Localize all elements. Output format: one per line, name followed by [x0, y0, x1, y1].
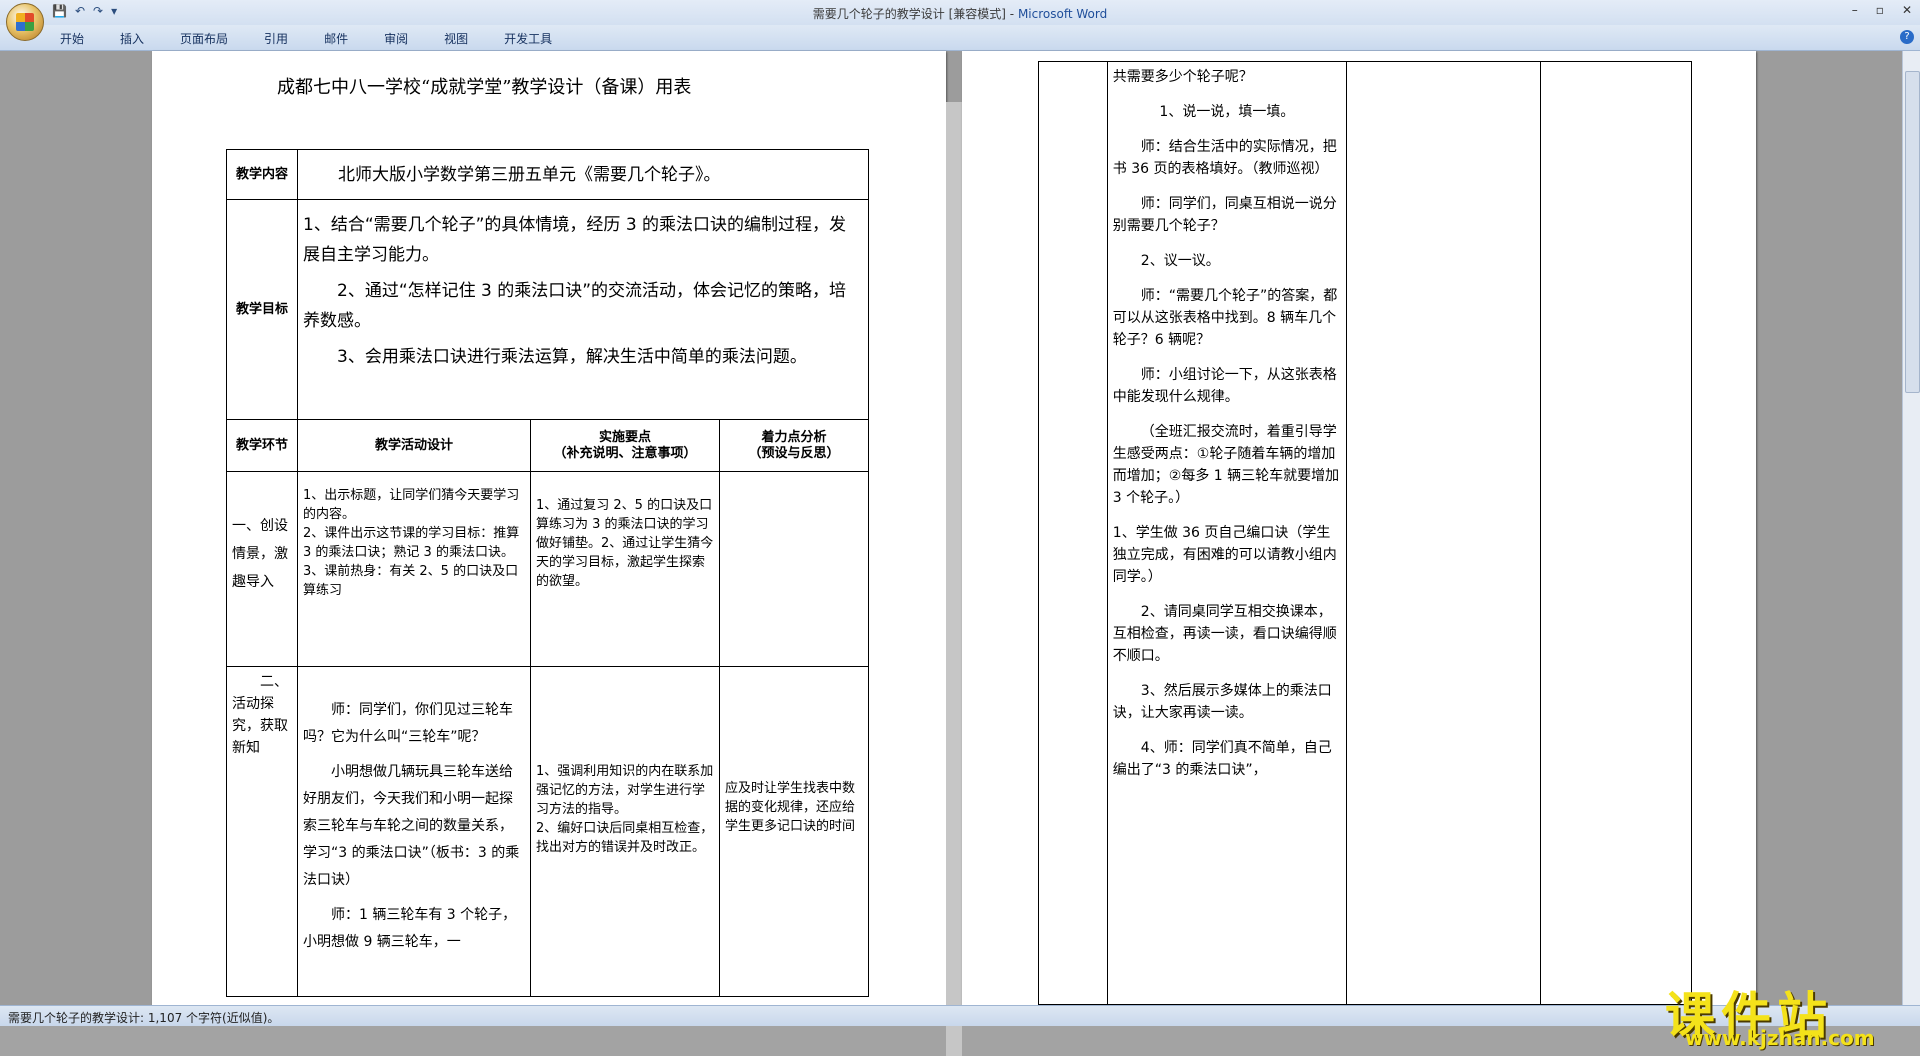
header-activity: 教学活动设计 — [297, 419, 531, 472]
window-title-doc: 需要几个轮子的教学设计 [兼容模式] — [812, 7, 1006, 21]
table-row: 教学目标 1、结合“需要几个轮子”的具体情境，经历 3 的乘法口诀的编制过程，发… — [226, 199, 869, 420]
goals-cell: 1、结合“需要几个轮子”的具体情境，经历 3 的乘法口诀的编制过程，发展自主学习… — [297, 199, 869, 420]
vertical-scrollbar[interactable] — [1902, 51, 1920, 1005]
row2-activity: 师：同学们，你们见过三轮车吗？它为什么叫“三轮车”呢？ 小明想做几辆玩具三轮车送… — [297, 666, 531, 997]
p2-line-5: 2、议一议。 — [1140, 253, 1220, 269]
row2-points: 1、强调利用知识的内在联系加强记忆的方法，对学生进行学习方法的指导。 2、编好口… — [530, 666, 720, 997]
close-icon[interactable]: ✕ — [1902, 3, 1912, 17]
maximize-icon[interactable]: ▫ — [1876, 3, 1884, 17]
help-icon[interactable]: ? — [1900, 30, 1914, 44]
tab-references[interactable]: 引用 — [264, 30, 288, 47]
p2-line-6: 师：“需要几个轮子”的答案，都可以从这张表格中找到。8 辆车几个轮子？6 辆呢？ — [1112, 288, 1338, 348]
row1-activity-1: 1、出示标题，让同学们猜今天要学习的内容。 — [303, 488, 520, 522]
p2-line-9: 1、学生做 36 页自己编口诀（学生独立完成，有困难的可以请教小组内同学。） — [1112, 525, 1337, 585]
row1-activity-3: 3、课前热身：有关 2、5 的口诀及口算练习 — [303, 564, 519, 598]
ribbon: 开始 插入 页面布局 引用 邮件 审阅 视图 开发工具 ? — [0, 25, 1920, 51]
header-points: 实施要点 （补充说明、注意事项） — [530, 419, 720, 472]
row2-activity-1: 师：同学们，你们见过三轮车吗？它为什么叫“三轮车”呢？ — [303, 702, 513, 745]
ribbon-tabs: 开始 插入 页面布局 引用 邮件 审阅 视图 开发工具 — [60, 30, 588, 47]
header-stage: 教学环节 — [226, 419, 298, 472]
status-text: 需要几个轮子的教学设计: 1,107 个字符(近似值)。 — [8, 1011, 280, 1025]
title-bar: 💾 ↶ ↷ ▾ 需要几个轮子的教学设计 [兼容模式] - Microsoft W… — [0, 0, 1920, 41]
document-page-1[interactable]: 成都七中八一学校“成就学堂”教学设计（备课）用表 教学内容 北师大版小学数学第三… — [152, 51, 946, 1005]
row1-analysis — [719, 471, 869, 667]
table-row: 共需要多少个轮子呢？ 1、说一说，填一填。 师：结合生活中的实际情况，把书 36… — [1038, 61, 1692, 1005]
document-workspace: 成都七中八一学校“成就学堂”教学设计（备课）用表 教学内容 北师大版小学数学第三… — [0, 51, 1920, 1056]
row2-stage: 二、活动探究，获取新知 — [226, 666, 298, 997]
header-points-title: 实施要点 — [598, 429, 651, 445]
p2-line-11: 3、然后展示多媒体上的乘法口诀，让大家再读一读。 — [1112, 683, 1332, 721]
page-gap — [946, 102, 962, 1056]
row2-points-1: 1、强调利用知识的内在联系加强记忆的方法，对学生进行学习方法的指导。 — [536, 764, 714, 817]
table-header-row: 教学环节 教学活动设计 实施要点 （补充说明、注意事项） 着力点分析 （预设与反思） — [226, 419, 869, 472]
row1-points: 1、通过复习 2、5 的口诀及口算练习为 3 的乘法口诀的学习做好铺垫。2、通过… — [530, 471, 720, 667]
row1-stage: 一、创设情景，激趣导入 — [226, 471, 298, 667]
p2-line-1: 共需要多少个轮子呢？ — [1112, 69, 1253, 85]
header-points-sub: （补充说明、注意事项） — [553, 445, 697, 461]
row2-activity-3: 师：1 辆三轮车有 3 个轮子，小明想做 9 辆三轮车，一 — [303, 907, 517, 950]
watermark-logo: 课件站 www.kjzhan.com — [1665, 976, 1910, 1051]
content-label: 教学内容 — [226, 149, 298, 200]
tab-mailings[interactable]: 邮件 — [324, 30, 348, 47]
office-button[interactable] — [6, 3, 44, 41]
header-analysis-sub: （预设与反思） — [748, 445, 840, 461]
header-analysis: 着力点分析 （预设与反思） — [719, 419, 869, 472]
window-title-separator: - — [1005, 7, 1018, 21]
header-analysis-title: 着力点分析 — [761, 429, 827, 445]
p2-line-8: （全班汇报交流时，着重引导学生感受两点：①轮子随着车辆的增加而增加；②每多 1 … — [1112, 424, 1340, 506]
content-text: 北师大版小学数学第三册五单元《需要几个轮子》。 — [297, 149, 869, 200]
row2-activity-2: 小明想做几辆玩具三轮车送给好朋友们，今天我们和小明一起探索三轮车与车轮之间的数量… — [303, 764, 520, 888]
window-controls: – ▫ ✕ — [1852, 3, 1912, 17]
row2-points-2: 2、编好口诀后同桌相互检查，找出对方的错误并及时改正。 — [536, 821, 714, 855]
status-bar: 需要几个轮子的教学设计: 1,107 个字符(近似值)。 — [0, 1005, 1920, 1026]
row1-activity-2: 2、课件出示这节课的学习目标：推算 3 的乘法口诀；熟记 3 的乘法口诀。 — [303, 526, 520, 560]
table-row: 二、活动探究，获取新知 师：同学们，你们见过三轮车吗？它为什么叫“三轮车”呢？ … — [226, 666, 869, 997]
continued-activity-cell: 共需要多少个轮子呢？ 1、说一说，填一填。 师：结合生活中的实际情况，把书 36… — [1106, 61, 1348, 1005]
lesson-plan-table: 教学内容 北师大版小学数学第三册五单元《需要几个轮子》。 教学目标 1、结合“需… — [226, 149, 869, 997]
p2-line-12: 4、师：同学们真不简单，自己编出了“3 的乘法口诀”， — [1112, 740, 1332, 778]
watermark-url: www.kjzhan.com — [1685, 1026, 1875, 1050]
minimize-icon[interactable]: – — [1852, 3, 1858, 17]
tab-page-layout[interactable]: 页面布局 — [180, 30, 228, 47]
lesson-plan-table-continued: 共需要多少个轮子呢？ 1、说一说，填一填。 师：结合生活中的实际情况，把书 36… — [1038, 61, 1692, 1005]
tab-review[interactable]: 审阅 — [384, 30, 408, 47]
tab-view[interactable]: 视图 — [444, 30, 468, 47]
goal-label: 教学目标 — [226, 199, 298, 420]
row2-analysis: 应及时让学生找表中数据的变化规律，还应给学生更多记口诀的时间 — [719, 666, 869, 997]
p2-line-10: 2、请同桌同学互相交换课本，互相检查，再读一读，看口诀编得顺不顺口。 — [1112, 604, 1337, 664]
p2-line-7: 师：小组讨论一下，从这张表格中能发现什么规律。 — [1112, 367, 1337, 405]
goal-1: 1、结合“需要几个轮子”的具体情境，经历 3 的乘法口诀的编制过程，发展自主学习… — [303, 215, 847, 265]
office-logo-icon — [16, 13, 34, 31]
goal-3: 3、会用乘法口诀进行乘法运算，解决生活中简单的乘法问题。 — [337, 347, 807, 367]
continued-stage-cell — [1038, 61, 1108, 1005]
tab-home[interactable]: 开始 — [60, 30, 84, 47]
document-page-2[interactable]: 共需要多少个轮子呢？ 1、说一说，填一填。 师：结合生活中的实际情况，把书 36… — [962, 51, 1756, 1005]
window-title: 需要几个轮子的教学设计 [兼容模式] - Microsoft Word — [0, 5, 1920, 22]
p2-line-3: 师：结合生活中的实际情况，把书 36 页的表格填好。（教师巡视） — [1112, 139, 1337, 177]
p2-line-4: 师：同学们，同桌互相说一说分别需要几个轮子？ — [1112, 196, 1337, 234]
p2-line-2: 1、说一说，填一填。 — [1159, 104, 1295, 120]
table-row: 一、创设情景，激趣导入 1、出示标题，让同学们猜今天要学习的内容。 2、课件出示… — [226, 471, 869, 667]
window-title-app: Microsoft Word — [1017, 7, 1108, 21]
continued-analysis-cell — [1540, 61, 1692, 1005]
continued-points-cell — [1345, 61, 1542, 1005]
document-title: 成都七中八一学校“成就学堂”教学设计（备课）用表 — [277, 77, 692, 98]
tab-insert[interactable]: 插入 — [120, 30, 144, 47]
tab-developer[interactable]: 开发工具 — [504, 30, 552, 47]
row1-activity: 1、出示标题，让同学们猜今天要学习的内容。 2、课件出示这节课的学习目标：推算 … — [297, 471, 531, 667]
table-row: 教学内容 北师大版小学数学第三册五单元《需要几个轮子》。 — [226, 149, 869, 200]
scroll-thumb[interactable] — [1905, 71, 1920, 393]
goal-2: 2、通过“怎样记住 3 的乘法口诀”的交流活动，体会记忆的策略，培养数感。 — [303, 281, 847, 331]
